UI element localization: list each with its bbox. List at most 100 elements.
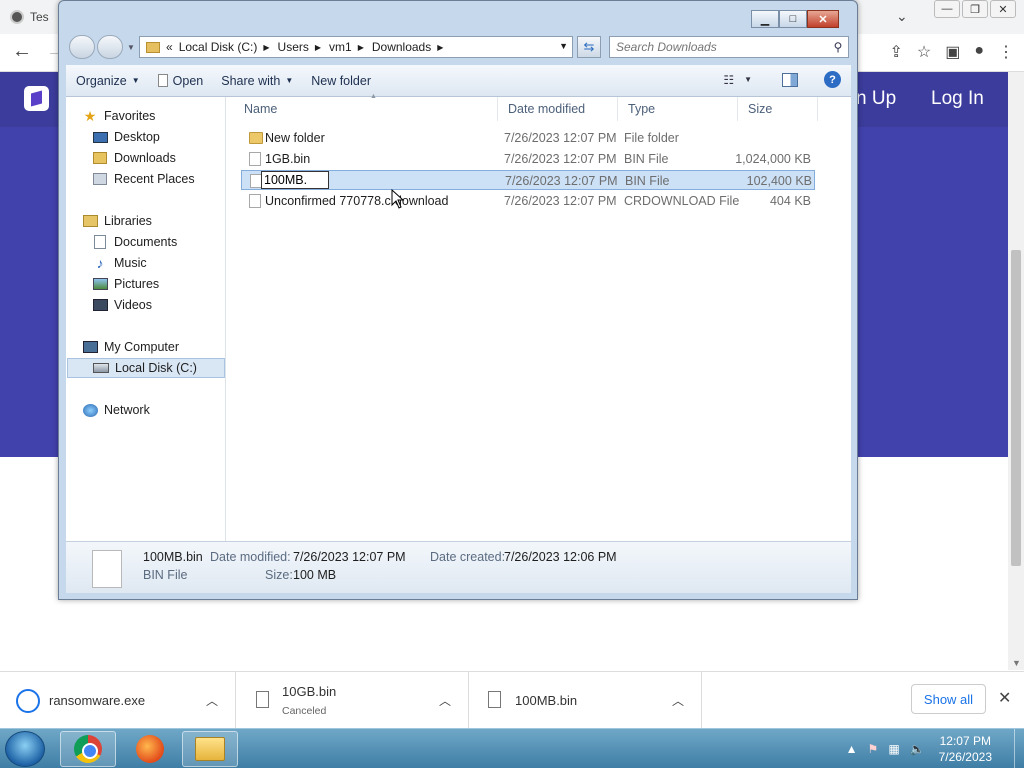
column-header-date[interactable]: Date modified xyxy=(498,97,618,121)
taskbar-firefox-button[interactable] xyxy=(122,731,178,767)
breadcrumb-separator-icon[interactable]: ▶ xyxy=(315,43,321,52)
download-item-100mb[interactable]: 100MB.bin ︿ xyxy=(469,672,702,728)
view-options-chevron-icon[interactable]: ▼ xyxy=(744,75,752,84)
browser-menu-icon[interactable]: ⋮ xyxy=(998,42,1014,62)
column-header-type[interactable]: Type xyxy=(618,97,738,121)
computer-icon xyxy=(82,340,98,354)
breadcrumb-separator-icon[interactable]: ▶ xyxy=(358,43,364,52)
nav-network[interactable]: Network xyxy=(82,400,240,420)
bookmark-star-icon[interactable]: ☆ xyxy=(917,42,931,62)
change-view-icon[interactable]: ☷ xyxy=(723,73,734,87)
search-box: ⚲ xyxy=(609,36,849,58)
nav-label: Desktop xyxy=(114,130,160,144)
breadcrumb-vm1[interactable]: vm1 xyxy=(329,40,352,54)
file-row-1gb[interactable]: 1GB.bin 7/26/2023 12:07 PM BIN File 1,02… xyxy=(241,149,815,169)
rename-input[interactable] xyxy=(261,171,329,189)
breadcrumb-local-disk[interactable]: Local Disk (C:) xyxy=(179,40,258,54)
breadcrumb-separator-icon[interactable]: ▶ xyxy=(437,43,443,52)
search-icon[interactable]: ⚲ xyxy=(828,40,848,54)
show-desktop-button[interactable] xyxy=(1014,729,1024,769)
breadcrumb-users[interactable]: Users xyxy=(278,40,309,54)
share-with-button[interactable]: Share with ▼ xyxy=(212,65,302,97)
explorer-minimize-button[interactable]: ▁ xyxy=(751,10,779,28)
profile-avatar-icon[interactable]: ● xyxy=(974,42,984,62)
open-button[interactable]: Open xyxy=(149,65,213,97)
desktop-icon xyxy=(92,130,108,144)
taskbar: ▲ ⚑ ▦ 🔈 12:07 PM 7/26/2023 xyxy=(0,728,1024,769)
preview-pane-icon[interactable] xyxy=(782,72,798,87)
organize-button[interactable]: Organize ▼ xyxy=(66,65,149,97)
nav-libraries[interactable]: Libraries xyxy=(82,211,240,231)
file-name: New folder xyxy=(265,131,325,145)
network-status-icon[interactable]: ▦ xyxy=(888,742,899,756)
close-downloads-bar-icon[interactable]: ✕ xyxy=(998,688,1011,708)
taskbar-chrome-button[interactable] xyxy=(60,731,116,767)
address-dropdown-icon[interactable]: ▼ xyxy=(559,41,568,51)
browser-tab[interactable]: Tes xyxy=(10,6,60,28)
search-input[interactable] xyxy=(610,38,828,56)
new-folder-button[interactable]: New folder xyxy=(302,65,380,97)
show-hidden-icons-icon[interactable]: ▲ xyxy=(846,742,858,756)
volume-muted-icon[interactable]: 🔈 xyxy=(910,742,925,756)
page-scrollbar-thumb[interactable] xyxy=(1011,250,1021,566)
download-progress-ring-icon xyxy=(16,689,40,713)
system-tray: ▲ ⚑ ▦ 🔈 12:07 PM 7/26/2023 xyxy=(846,729,1024,769)
nav-local-disk[interactable]: Local Disk (C:) xyxy=(67,358,225,378)
signup-link[interactable]: n Up xyxy=(856,88,896,110)
nav-label: Music xyxy=(114,256,147,270)
browser-restore-button[interactable]: ❐ xyxy=(962,0,988,18)
column-header-label: Type xyxy=(628,102,656,116)
file-row-100mb[interactable]: 7/26/2023 12:07 PM BIN File 102,400 KB xyxy=(241,170,815,190)
site-logo-icon[interactable] xyxy=(24,86,49,111)
explorer-close-button[interactable]: ✕ xyxy=(807,10,839,28)
browser-minimize-button[interactable]: — xyxy=(934,0,960,18)
clock[interactable]: 12:07 PM 7/26/2023 xyxy=(939,733,992,765)
breadcrumb-downloads[interactable]: Downloads xyxy=(372,40,431,54)
column-header-label: Name xyxy=(244,102,278,116)
tab-search-chevron-icon[interactable]: ⌄ xyxy=(896,8,908,25)
breadcrumb-separator-icon[interactable]: ▶ xyxy=(263,43,269,52)
refresh-button[interactable]: ⇆ xyxy=(577,36,601,58)
browser-back-icon[interactable]: ← xyxy=(12,40,32,63)
help-icon[interactable]: ? xyxy=(824,71,841,88)
forward-button[interactable] xyxy=(97,35,123,59)
side-panel-icon[interactable]: ▣ xyxy=(945,42,960,62)
breadcrumb-overflow[interactable]: « xyxy=(166,40,173,54)
nav-label: Libraries xyxy=(104,214,152,228)
page-scrollbar[interactable]: ▼ xyxy=(1008,72,1024,670)
scroll-down-arrow-icon[interactable]: ▼ xyxy=(1012,658,1021,668)
address-bar[interactable]: « Local Disk (C:) ▶ Users ▶ vm1 ▶ Downlo… xyxy=(139,36,573,58)
browser-close-button[interactable]: ✕ xyxy=(990,0,1016,18)
column-header-size[interactable]: Size xyxy=(738,97,818,121)
file-icon xyxy=(249,194,261,208)
nav-label: Videos xyxy=(114,298,152,312)
action-center-flag-icon[interactable]: ⚑ xyxy=(868,742,879,756)
details-date-modified: 7/26/2023 12:07 PM xyxy=(293,550,406,564)
recent-pages-dropdown-icon[interactable]: ▼ xyxy=(127,43,135,52)
login-link[interactable]: Log In xyxy=(931,88,984,110)
nav-favorites[interactable]: ★ Favorites xyxy=(82,106,240,126)
hard-drive-icon xyxy=(93,361,109,375)
share-icon[interactable]: ⇪ xyxy=(889,42,902,62)
download-item-10gb[interactable]: 10GB.bin Canceled ︿ xyxy=(236,672,469,728)
download-options-chevron-icon[interactable]: ︿ xyxy=(439,692,451,709)
show-all-button[interactable]: Show all xyxy=(911,684,986,714)
nav-label: My Computer xyxy=(104,340,180,354)
download-options-chevron-icon[interactable]: ︿ xyxy=(672,692,684,709)
nav-my-computer[interactable]: My Computer xyxy=(82,337,240,357)
explorer-maximize-button[interactable]: □ xyxy=(779,10,807,28)
command-bar: Organize ▼ Open Share with ▼ New folder … xyxy=(66,65,851,97)
browser-window-controls: — ❐ ✕ xyxy=(934,0,1016,18)
file-row-crdownload[interactable]: Unconfirmed 770778.crdownload 7/26/2023 … xyxy=(241,191,815,211)
file-size: 404 KB xyxy=(769,194,811,208)
file-thumbnail-icon xyxy=(92,550,122,588)
file-size: 102,400 KB xyxy=(746,174,812,188)
column-header-name[interactable]: Name ▲ xyxy=(234,93,498,121)
download-options-chevron-icon[interactable]: ︿ xyxy=(206,692,218,709)
download-item-ransomware[interactable]: ransomware.exe ︿ xyxy=(0,672,236,728)
start-button[interactable] xyxy=(5,731,45,767)
back-button[interactable] xyxy=(69,35,95,59)
folder-icon xyxy=(249,132,263,144)
file-row-new-folder[interactable]: New folder 7/26/2023 12:07 PM File folde… xyxy=(241,128,815,148)
taskbar-explorer-button[interactable] xyxy=(182,731,238,767)
